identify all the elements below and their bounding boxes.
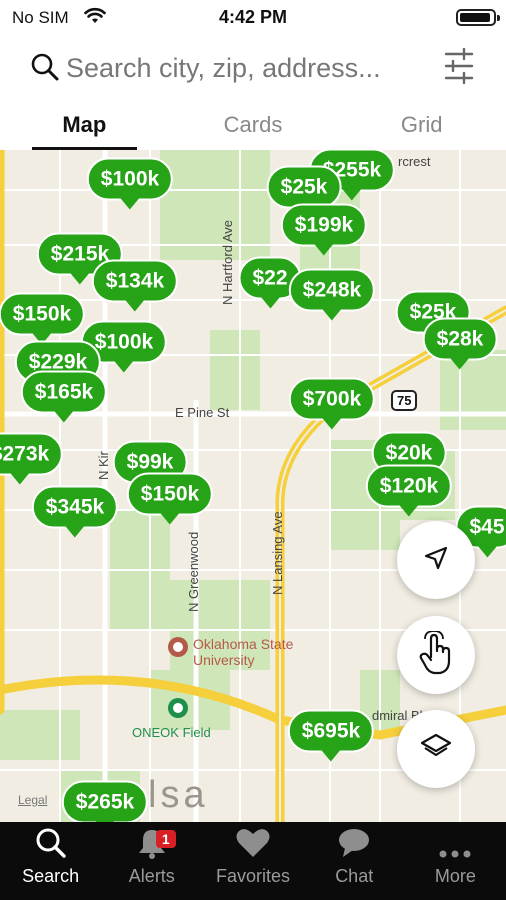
price-pin[interactable]: $199k	[280, 203, 368, 247]
park-label: ONEOK Field	[132, 725, 211, 740]
layers-icon	[420, 732, 452, 767]
nav-chat[interactable]: Chat	[304, 822, 405, 900]
view-tabs: Map Cards Grid	[0, 100, 506, 150]
search-input[interactable]	[66, 48, 426, 88]
battery-icon	[456, 9, 500, 26]
bottom-nav: Search 1 Alerts Favorites Chat More	[0, 822, 506, 900]
heart-icon	[235, 827, 271, 864]
tab-cards[interactable]: Cards	[169, 100, 338, 150]
clock: 4:42 PM	[218, 7, 288, 27]
price-pin[interactable]: $248k	[288, 268, 376, 312]
street-label-lansing: N Lansing Ave	[270, 511, 285, 595]
nav-more[interactable]: More	[405, 822, 506, 900]
price-pin[interactable]: $273k	[0, 432, 64, 476]
map-view[interactable]: E Pine St N Hartford Ave N Greenwood N L…	[0, 150, 506, 822]
price-pin[interactable]: $345k	[31, 485, 119, 529]
highway-shield-75: 75	[391, 390, 418, 411]
nav-search[interactable]: Search	[0, 822, 101, 900]
search-icon[interactable]	[30, 52, 60, 87]
street-label-pine: E Pine St	[175, 405, 230, 420]
nav-alerts[interactable]: 1 Alerts	[101, 822, 202, 900]
price-pin[interactable]: $150k	[126, 472, 214, 516]
nav-favorites[interactable]: Favorites	[202, 822, 303, 900]
price-pin[interactable]: $150k	[0, 292, 86, 336]
draw-area-button[interactable]	[397, 616, 475, 694]
status-bar: No SIM 4:42 PM	[0, 0, 506, 34]
price-pin[interactable]: $25k	[266, 165, 342, 209]
price-pin[interactable]: $700k	[288, 377, 376, 421]
price-pin[interactable]: $695k	[287, 709, 375, 753]
chat-bubble-icon	[337, 827, 371, 864]
price-pin[interactable]: $165k	[20, 370, 108, 414]
legal-link[interactable]: Legal	[18, 793, 47, 807]
more-dots-icon	[438, 846, 472, 864]
tab-map[interactable]: Map	[0, 100, 169, 150]
tab-grid[interactable]: Grid	[337, 100, 506, 150]
nav-label: Alerts	[128, 866, 175, 886]
university-label: Oklahoma State University	[193, 636, 294, 668]
nav-label: Chat	[335, 866, 374, 886]
price-pin[interactable]: $134k	[91, 259, 179, 303]
map-label-fragment: rcrest	[398, 154, 431, 169]
street-label-hartford: N Hartford Ave	[220, 219, 235, 305]
nav-label: Favorites	[215, 866, 291, 886]
filter-sliders-icon[interactable]	[444, 47, 474, 89]
price-pin[interactable]: $120k	[365, 464, 453, 508]
street-label-greenwood: N Greenwood	[186, 531, 201, 612]
locate-me-button[interactable]	[397, 521, 475, 599]
nav-label: More	[434, 866, 476, 886]
city-label: lsa	[148, 774, 209, 816]
map-layers-button[interactable]	[397, 710, 475, 788]
alerts-badge: 1	[155, 830, 176, 848]
navigation-arrow-icon	[423, 545, 449, 576]
price-pin[interactable]: $100k	[86, 157, 174, 201]
search-icon	[35, 827, 67, 864]
price-pin[interactable]: $28k	[422, 317, 498, 361]
hand-pointer-icon	[416, 629, 456, 680]
nav-label: Search	[22, 866, 80, 886]
price-pin[interactable]: $265k	[61, 780, 149, 822]
search-bar	[0, 34, 506, 100]
street-label-kir: N Kir	[96, 451, 111, 480]
